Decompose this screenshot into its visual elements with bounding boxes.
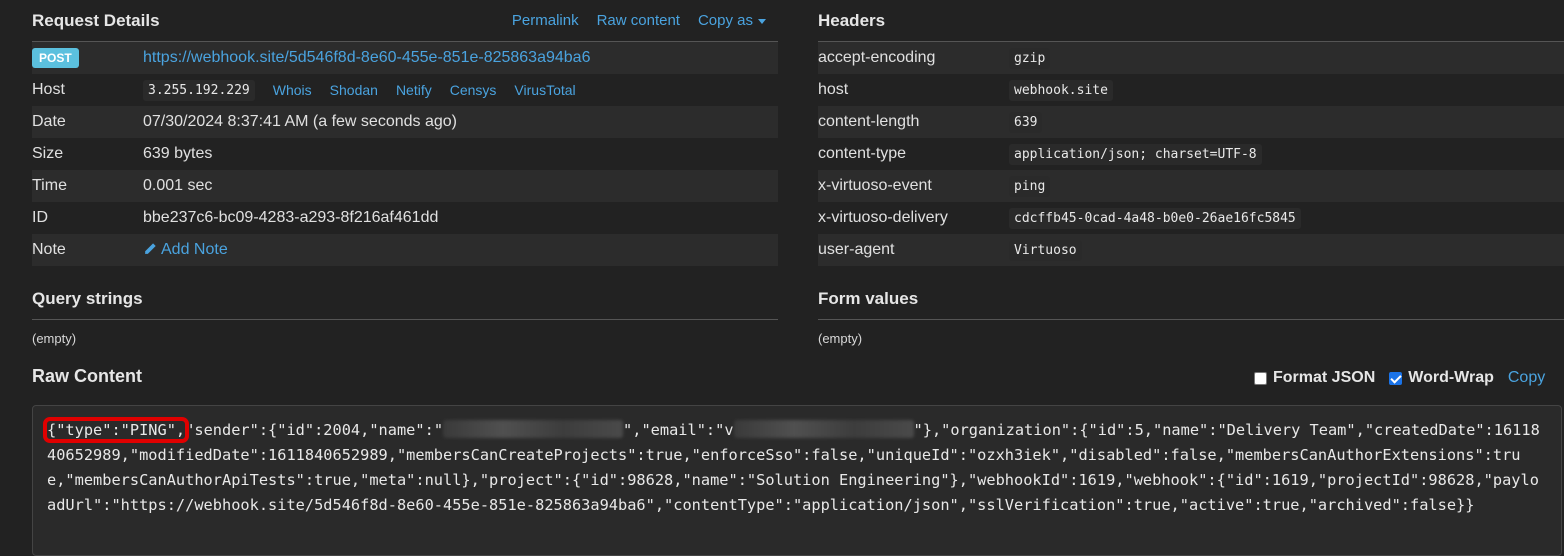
raw-content-options: Format JSON Word-Wrap Copy — [1254, 369, 1545, 387]
shodan-link[interactable]: Shodan — [330, 82, 378, 98]
time-label: Time — [32, 177, 67, 194]
header-value: ping — [1009, 175, 1051, 197]
header-row: x-virtuoso-event ping — [818, 170, 1564, 202]
header-key: x-virtuoso-delivery — [818, 209, 948, 226]
header-value: Virtuoso — [1009, 239, 1082, 261]
query-strings-section: Query strings (empty) — [32, 278, 778, 346]
host-lookup-links: Whois Shodan Netify Censys VirusTotal — [273, 82, 576, 98]
highlighted-type-field: {"type":"PING", — [42, 417, 190, 443]
format-json-box[interactable] — [1254, 371, 1267, 385]
whois-link[interactable]: Whois — [273, 82, 312, 98]
copy-raw-button[interactable]: Copy — [1508, 369, 1545, 387]
query-strings-empty: (empty) — [32, 331, 77, 346]
header-row: accept-encoding gzip — [818, 42, 1564, 74]
header-value: application/json; charset=UTF-8 — [1009, 143, 1262, 165]
header-key: content-length — [818, 113, 920, 130]
caret-down-icon — [758, 18, 766, 24]
pencil-icon — [145, 243, 156, 254]
header-row: host webhook.site — [818, 74, 1564, 106]
headers-panel: Headers accept-encoding gzip host webhoo… — [818, 0, 1564, 266]
query-strings-header: Query strings — [32, 278, 778, 320]
size-row: Size 639 bytes — [32, 138, 778, 170]
raw-content-body: {"type":"PING","sender":{"id":2004,"name… — [32, 405, 1562, 556]
size-value: 639 bytes — [143, 145, 213, 162]
host-label: Host — [32, 81, 65, 98]
header-key: content-type — [818, 145, 907, 162]
headers-header: Headers — [818, 0, 1564, 42]
header-value: gzip — [1009, 47, 1051, 69]
request-details-actions: Permalink Raw content Copy as — [512, 12, 766, 29]
virustotal-link[interactable]: VirusTotal — [514, 82, 575, 98]
id-value: bbe237c6-bc09-4283-a293-8f216af461dd — [143, 209, 439, 226]
request-details-title: Request Details — [32, 10, 160, 30]
host-row: Host 3.255.192.229 Whois Shodan Netify C… — [32, 74, 778, 106]
form-values-header: Form values — [818, 278, 1564, 320]
word-wrap-box[interactable] — [1389, 371, 1403, 385]
header-row: content-length 639 — [818, 106, 1564, 138]
header-value: cdcffb45-0cad-4a48-b0e0-26ae16fc5845 — [1009, 207, 1301, 229]
word-wrap-label: Word-Wrap — [1408, 369, 1494, 386]
form-values-empty: (empty) — [818, 331, 863, 346]
note-row: Note Add Note — [32, 234, 778, 266]
form-values-section: Form values (empty) — [818, 278, 1564, 346]
header-key: host — [818, 81, 849, 98]
format-json-label: Format JSON — [1273, 369, 1376, 386]
date-value: 07/30/2024 8:37:41 AM (a few seconds ago… — [143, 113, 457, 130]
header-key: accept-encoding — [818, 49, 936, 66]
header-row: content-type application/json; charset=U… — [818, 138, 1564, 170]
form-values-title: Form values — [818, 288, 919, 308]
raw-content-title: Raw Content — [32, 366, 142, 386]
redacted-name — [443, 420, 624, 438]
time-row: Time 0.001 sec — [32, 170, 778, 202]
request-details-panel: Request Details Permalink Raw content Co… — [32, 0, 778, 266]
raw-content-link[interactable]: Raw content — [597, 12, 680, 29]
size-label: Size — [32, 145, 64, 162]
date-label: Date — [32, 113, 66, 130]
raw-text-email: ","email":"v — [623, 421, 734, 439]
header-row: x-virtuoso-delivery cdcffb45-0cad-4a48-b… — [818, 202, 1564, 234]
headers-title: Headers — [818, 10, 886, 30]
word-wrap-checkbox[interactable]: Word-Wrap — [1389, 369, 1494, 387]
host-value: 3.255.192.229 — [143, 79, 255, 101]
header-row: user-agent Virtuoso — [818, 234, 1564, 266]
permalink-link[interactable]: Permalink — [512, 12, 579, 29]
censys-link[interactable]: Censys — [450, 82, 497, 98]
add-note-button[interactable]: Add Note — [143, 241, 228, 259]
header-value: webhook.site — [1009, 79, 1113, 101]
request-details-header: Request Details Permalink Raw content Co… — [32, 0, 778, 42]
method-badge: POST — [32, 48, 79, 68]
copy-as-label: Copy as — [697, 12, 753, 29]
format-json-checkbox[interactable]: Format JSON — [1254, 369, 1375, 387]
header-key: user-agent — [818, 241, 895, 258]
redacted-email — [733, 420, 914, 438]
raw-text-sender: "sender":{"id":2004,"name":" — [185, 421, 444, 439]
note-label: Note — [32, 241, 66, 258]
copy-as-dropdown[interactable]: Copy as — [698, 12, 766, 29]
time-value: 0.001 sec — [143, 177, 213, 194]
request-url-link[interactable]: https://webhook.site/5d546f8d-8e60-455e-… — [143, 49, 590, 67]
query-strings-title: Query strings — [32, 288, 143, 308]
header-key: x-virtuoso-event — [818, 177, 932, 194]
method-row: POST https://webhook.site/5d546f8d-8e60-… — [32, 42, 778, 74]
add-note-label: Add Note — [161, 241, 228, 258]
id-row: ID bbe237c6-bc09-4283-a293-8f216af461dd — [32, 202, 778, 234]
header-value: 639 — [1009, 111, 1043, 133]
id-label: ID — [32, 209, 48, 226]
netify-link[interactable]: Netify — [396, 82, 432, 98]
date-row: Date 07/30/2024 8:37:41 AM (a few second… — [32, 106, 778, 138]
